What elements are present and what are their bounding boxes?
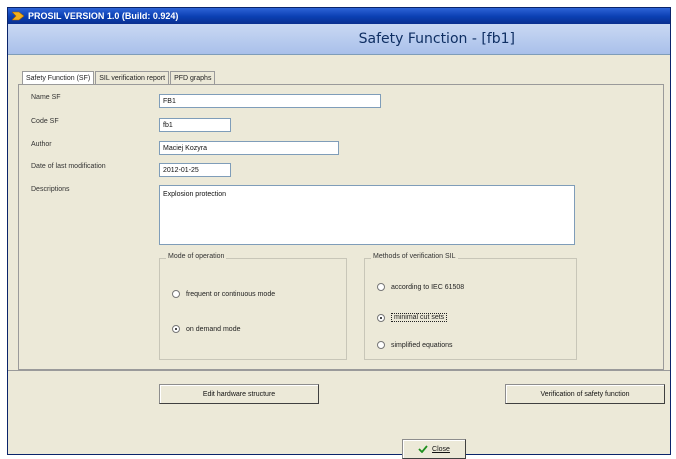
- window-title: PROSIL VERSION 1.0 (Build: 0.924): [28, 11, 179, 21]
- date-field[interactable]: 2012-01-25: [159, 163, 231, 177]
- name-label: Name SF: [31, 94, 61, 101]
- separator-line: [8, 370, 670, 371]
- radio-button-selected-icon: [377, 313, 385, 322]
- verification-of-safety-function-button[interactable]: Verification of safety function: [505, 384, 665, 404]
- radio-minimal-cut-sets[interactable]: minimal cut sets: [377, 313, 448, 322]
- verification-method-group: Methods of verification SIL according to…: [364, 253, 577, 360]
- author-field[interactable]: Maciej Kozyra: [159, 141, 339, 155]
- safety-function-panel: Name SF FB1 Code SF fb1 Author Maciej Ko…: [18, 84, 664, 370]
- radio-iec-61508[interactable]: according to IEC 61508: [377, 283, 464, 291]
- checkmark-icon: [418, 445, 428, 453]
- radio-on-demand-label: on demand mode: [186, 325, 241, 333]
- tab-safety-function[interactable]: Safety Function (SF): [22, 71, 95, 85]
- mode-of-operation-group: Mode of operation frequent or continuous…: [159, 253, 347, 360]
- radio-button-icon: [172, 290, 180, 298]
- tab-pfd-graphs[interactable]: PFD graphs: [170, 71, 216, 85]
- title-bar[interactable]: PROSIL VERSION 1.0 (Build: 0.924): [8, 8, 670, 24]
- main-window: PROSIL VERSION 1.0 (Build: 0.924) Safety…: [7, 7, 671, 459]
- descriptions-label: Descriptions: [31, 186, 70, 193]
- tab-sil-report[interactable]: SIL verification report: [95, 71, 170, 85]
- code-field[interactable]: fb1: [159, 118, 231, 132]
- close-button-label: Close: [432, 445, 450, 453]
- page-title: Safety Function - [fb1]: [358, 31, 515, 47]
- method-group-title: Methods of verification SIL: [371, 253, 458, 260]
- radio-cut-sets-label: minimal cut sets: [391, 313, 448, 322]
- radio-button-icon: [377, 341, 385, 349]
- code-label: Code SF: [31, 118, 59, 125]
- tab-strip: Safety Function (SF) SIL verification re…: [22, 71, 216, 85]
- edit-hardware-structure-button[interactable]: Edit hardware structure: [159, 384, 319, 404]
- radio-simplified-equations[interactable]: simplified equations: [377, 341, 452, 349]
- radio-on-demand-mode[interactable]: on demand mode: [172, 325, 240, 333]
- radio-frequent-label: frequent or continuous mode: [186, 290, 276, 298]
- radio-frequent-mode[interactable]: frequent or continuous mode: [172, 290, 275, 298]
- mode-group-title: Mode of operation: [166, 253, 227, 260]
- name-field[interactable]: FB1: [159, 94, 381, 108]
- date-label: Date of last modification: [31, 163, 106, 170]
- radio-button-icon: [377, 283, 385, 291]
- radio-simplified-label: simplified equations: [391, 341, 453, 349]
- prosil-arrow-icon: [12, 11, 24, 21]
- header-band: Safety Function - [fb1]: [8, 24, 670, 55]
- radio-button-selected-icon: [172, 325, 180, 333]
- author-label: Author: [31, 141, 52, 148]
- radio-iec-label: according to IEC 61508: [391, 283, 465, 291]
- close-button[interactable]: Close: [402, 439, 466, 459]
- descriptions-textarea[interactable]: Explosion protection: [159, 185, 575, 245]
